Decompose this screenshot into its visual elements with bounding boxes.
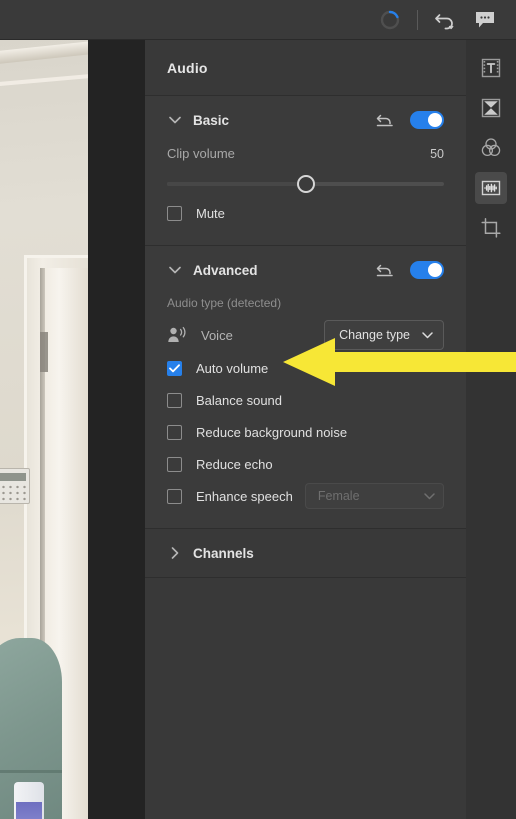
section-advanced-title: Advanced	[193, 262, 258, 278]
enhance-speech-voice-value: Female	[317, 489, 360, 503]
audio-tool-icon[interactable]	[475, 172, 507, 204]
text-tool-icon[interactable]	[475, 52, 507, 84]
section-advanced: Advanced Audio type (detected) Voice Cha…	[145, 246, 466, 529]
reduce-echo-label: Reduce echo	[196, 456, 273, 472]
reduce-echo-checkbox[interactable]	[167, 456, 182, 472]
balance-sound-checkbox-row[interactable]: Balance sound	[167, 384, 444, 416]
panel-header: Audio	[145, 40, 466, 96]
enhance-speech-checkbox[interactable]	[167, 488, 182, 504]
section-basic: Basic Clip volume 50 Mute	[145, 96, 466, 246]
voice-icon	[167, 326, 189, 344]
reduce-background-noise-label: Reduce background noise	[196, 424, 348, 440]
preview-wall-keypad	[0, 468, 30, 504]
section-channels: Channels	[145, 529, 466, 578]
section-advanced-body: Audio type (detected) Voice Change type	[145, 294, 466, 528]
mute-checkbox[interactable]	[167, 205, 182, 221]
clip-volume-value: 50	[430, 147, 444, 161]
change-type-label: Change type	[339, 328, 410, 342]
preview-keypad-screen	[0, 473, 26, 481]
preview-door-hinge-upper	[40, 332, 48, 372]
workspace-gutter	[88, 40, 145, 819]
reduce-background-noise-checkbox[interactable]	[167, 424, 182, 440]
chevron-right-icon[interactable]	[167, 545, 183, 561]
preview-keypad-buttons	[0, 484, 26, 501]
undo-icon[interactable]	[432, 7, 458, 33]
reduce-echo-checkbox-row[interactable]: Reduce echo	[167, 448, 444, 480]
section-basic-title: Basic	[193, 112, 230, 128]
loading-spinner	[377, 7, 403, 33]
balance-sound-label: Balance sound	[196, 392, 283, 408]
audio-properties-panel: Audio Basic Clip volume 50 Mute Advanced…	[145, 40, 466, 819]
app-root: Audio Basic Clip volume 50 Mute Advanced…	[0, 0, 516, 819]
enhance-speech-voice-dropdown: Female	[304, 483, 444, 509]
chevron-down-icon	[422, 328, 433, 342]
toggle-knob	[428, 263, 442, 277]
clip-volume-label: Clip volume	[167, 146, 235, 161]
clip-volume-slider[interactable]	[167, 171, 444, 197]
top-toolbar	[0, 0, 516, 40]
transitions-tool-icon[interactable]	[475, 92, 507, 124]
auto-volume-label: Auto volume	[196, 360, 269, 376]
preview-jug-label	[16, 802, 42, 819]
audio-type-sublabel: Audio type (detected)	[167, 296, 282, 310]
crop-tool-icon[interactable]	[475, 212, 507, 244]
auto-volume-checkbox-row[interactable]: Auto volume	[167, 352, 444, 384]
clip-volume-row: Clip volume 50	[167, 144, 444, 161]
top-toolbar-actions	[377, 0, 498, 40]
slider-fill	[167, 182, 306, 186]
chevron-down-icon	[424, 489, 435, 503]
enhance-speech-label: Enhance speech	[196, 488, 293, 504]
video-preview[interactable]	[0, 40, 88, 819]
auto-volume-checkbox[interactable]	[167, 360, 182, 376]
reset-icon[interactable]	[374, 259, 396, 281]
enhance-speech-checkbox-row[interactable]: Enhance speech Female	[167, 480, 444, 512]
comments-icon[interactable]	[472, 7, 498, 33]
color-tool-icon[interactable]	[475, 132, 507, 164]
section-basic-header[interactable]: Basic	[145, 96, 466, 144]
tool-rail	[466, 40, 516, 819]
balance-sound-checkbox[interactable]	[167, 392, 182, 408]
chevron-down-icon[interactable]	[167, 262, 183, 278]
section-channels-header[interactable]: Channels	[145, 529, 466, 577]
audio-type-value: Voice	[201, 327, 233, 343]
section-basic-body: Clip volume 50 Mute	[145, 144, 466, 245]
slider-thumb[interactable]	[296, 175, 315, 193]
section-advanced-header[interactable]: Advanced	[145, 246, 466, 294]
panel-title: Audio	[167, 59, 208, 76]
mute-checkbox-row[interactable]: Mute	[167, 197, 444, 229]
toggle-knob	[428, 113, 442, 127]
chevron-down-icon[interactable]	[167, 112, 183, 128]
section-advanced-toggle[interactable]	[410, 261, 444, 279]
section-basic-toggle[interactable]	[410, 111, 444, 129]
preview-armchair-seam	[0, 770, 62, 773]
reduce-background-noise-checkbox-row[interactable]: Reduce background noise	[167, 416, 444, 448]
mute-label: Mute	[196, 205, 225, 221]
change-type-button[interactable]: Change type	[324, 320, 444, 350]
toolbar-divider	[417, 10, 418, 30]
reset-icon[interactable]	[374, 109, 396, 131]
tool-rail-items	[466, 40, 516, 244]
section-channels-title: Channels	[193, 545, 254, 561]
audio-type-row: Voice Change type	[167, 318, 444, 352]
